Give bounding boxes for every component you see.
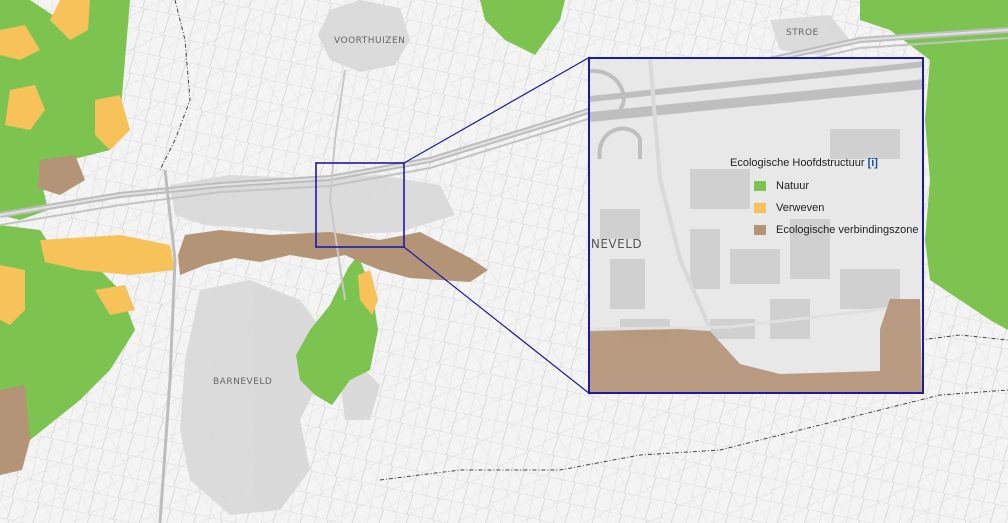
legend-swatch-verweven [754, 203, 766, 213]
zoom-inset: RNEVELD Ecologische Hoofdstructuur [i] N… [588, 57, 924, 394]
map-view[interactable]: VOORTHUIZEN STROE BARNEVELD RNEVELD Ecol… [0, 0, 1008, 523]
legend-title-row: Ecologische Hoofdstructuur [i] [730, 157, 918, 169]
legend: Ecologische Hoofdstructuur [i] Natuur Ve… [730, 157, 918, 241]
legend-label-verbindingszone: Ecologische verbindingszone [776, 224, 919, 236]
legend-item-verbindingszone: Ecologische verbindingszone [730, 219, 918, 241]
inset-place-label: RNEVELD [588, 237, 643, 251]
legend-item-verweven: Verweven [730, 197, 918, 219]
legend-swatch-natuur [754, 181, 766, 191]
legend-label-verweven: Verweven [776, 202, 825, 214]
legend-label-natuur: Natuur [776, 180, 810, 192]
legend-item-natuur: Natuur [730, 175, 918, 197]
legend-swatch-verbindingszone [754, 225, 766, 235]
place-label-voorthuizen: VOORTHUIZEN [334, 36, 406, 46]
place-label-barneveld: BARNEVELD [213, 377, 273, 387]
legend-title: Ecologische Hoofdstructuur [730, 157, 865, 169]
place-label-stroe: STROE [786, 28, 819, 38]
info-link[interactable]: [i] [868, 157, 878, 169]
